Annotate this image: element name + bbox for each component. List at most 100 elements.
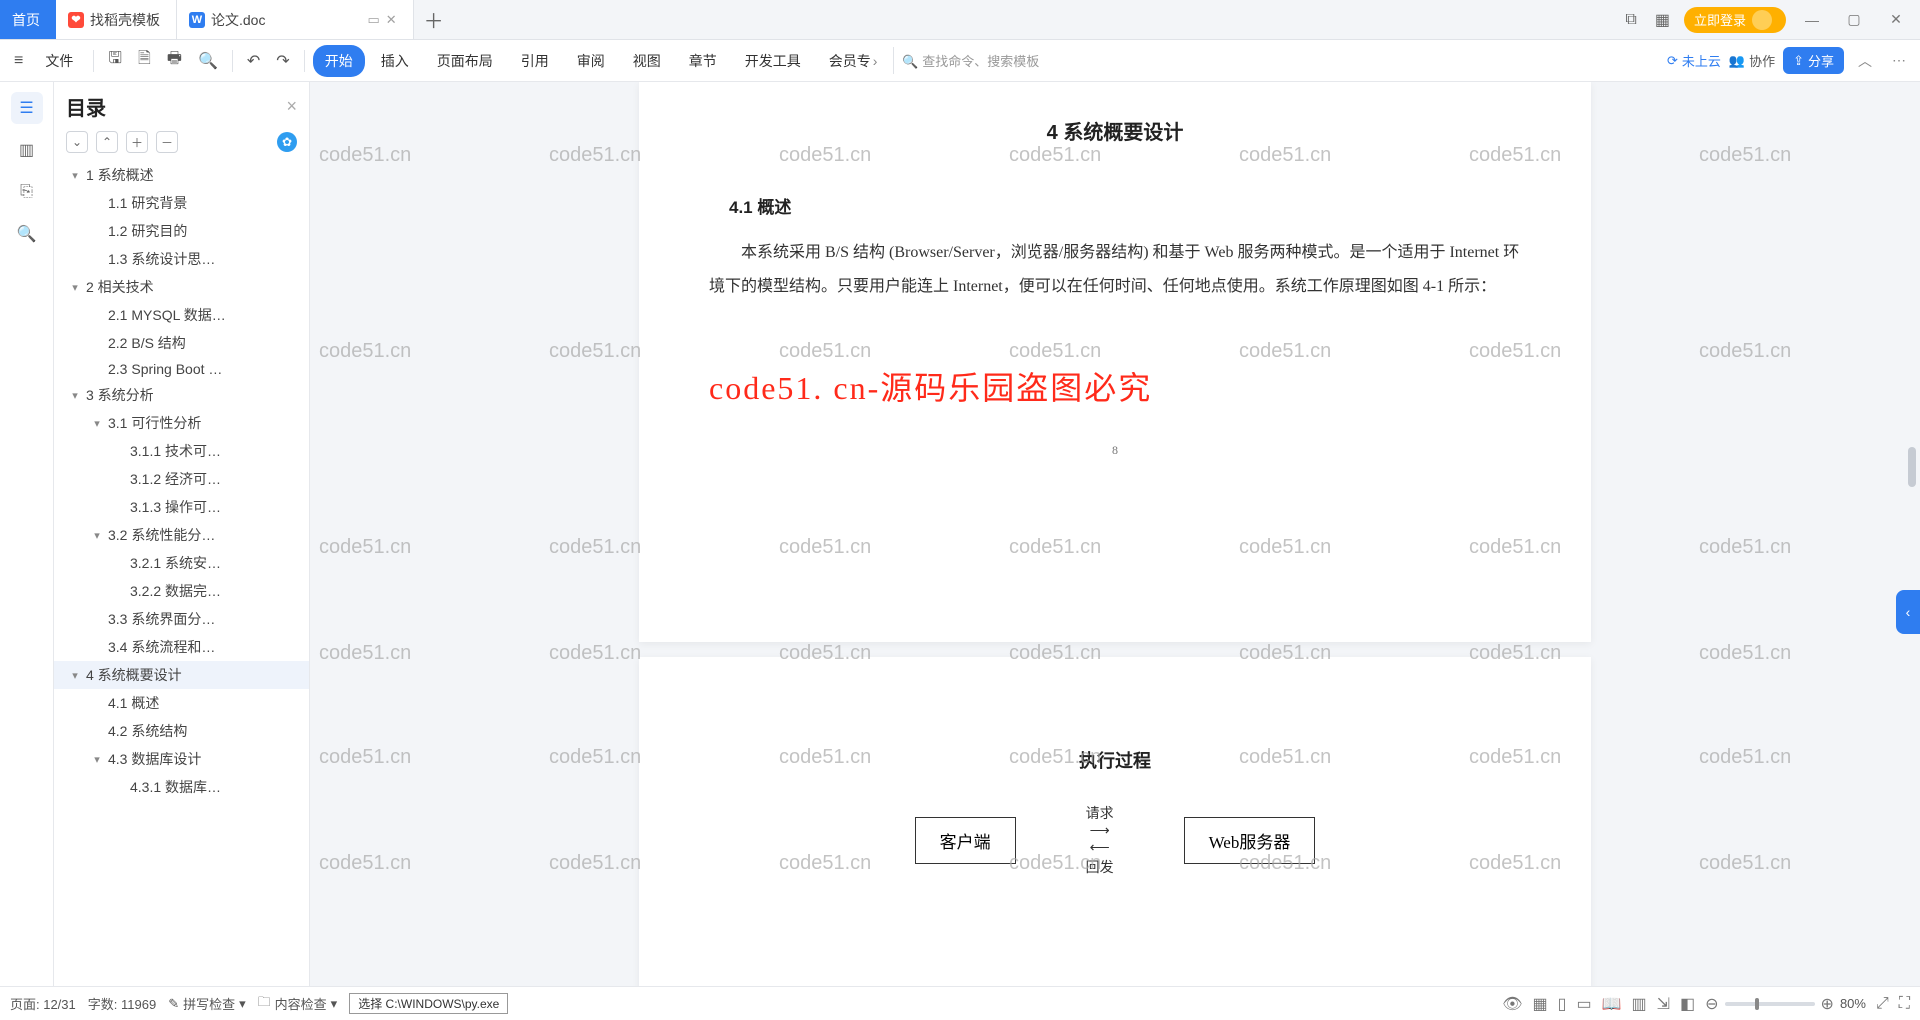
scrollbar-thumb[interactable] xyxy=(1908,447,1916,487)
collab-button[interactable]: 👥 协作 xyxy=(1729,51,1775,70)
maximize-button[interactable]: ▢ xyxy=(1838,11,1870,28)
grid-icon[interactable]: ▦ xyxy=(1533,994,1548,1014)
ribbon-tab-insert[interactable]: 插入 xyxy=(369,45,421,77)
ribbon-tab-review[interactable]: 审阅 xyxy=(565,45,617,77)
ribbon-tab-dev[interactable]: 开发工具 xyxy=(733,45,813,77)
rail-slide-icon[interactable]: ▥ xyxy=(11,134,43,166)
save-icon[interactable]: 🖫 xyxy=(102,43,128,78)
minimize-button[interactable]: — xyxy=(1796,12,1828,28)
print-preview-icon[interactable]: 🔍 xyxy=(192,47,224,75)
cloud-unsynced[interactable]: ⟳ 未上云 xyxy=(1667,51,1721,70)
command-search[interactable]: 🔍 查找命令、搜索模板 xyxy=(893,47,1047,74)
tab-home[interactable]: 首页 xyxy=(0,0,56,39)
outline-item[interactable]: 2.3 Spring Boot … xyxy=(54,357,309,381)
outline-item[interactable]: 1.2 研究目的 xyxy=(54,217,309,245)
outline-view-icon[interactable]: ⇲ xyxy=(1657,994,1670,1014)
ribbon-tab-layout[interactable]: 页面布局 xyxy=(425,45,505,77)
outline-item[interactable]: ▾3.1 可行性分析 xyxy=(54,409,309,437)
zoom-percent[interactable]: 80% xyxy=(1840,996,1866,1011)
outline-item[interactable]: 3.1.2 经济可… xyxy=(54,465,309,493)
outline-item[interactable]: 4.1 概述 xyxy=(54,689,309,717)
side-drawer-toggle[interactable]: ‹ xyxy=(1896,590,1920,634)
collapse-all-icon[interactable]: ⌄ xyxy=(66,131,88,153)
outline-item[interactable]: ▾3.2 系统性能分… xyxy=(54,521,309,549)
redo-icon[interactable]: ↷ xyxy=(270,47,295,75)
vertical-scrollbar[interactable] xyxy=(1906,82,1918,986)
outline-item[interactable]: ▾3 系统分析 xyxy=(54,381,309,409)
undo-icon[interactable]: ↶ xyxy=(241,47,266,75)
outline-item[interactable]: 1.3 系统设计思… xyxy=(54,245,309,273)
file-menu[interactable]: 文件 xyxy=(33,45,85,77)
ribbon-collapse-icon[interactable]: ︿ xyxy=(1852,47,1878,75)
outline-item[interactable]: 4.3.1 数据库… xyxy=(54,773,309,801)
zoom-out-icon[interactable]: ⊖ xyxy=(1705,994,1718,1014)
fit-page-icon[interactable]: ⤢ xyxy=(1876,995,1889,1013)
zoom-in-icon[interactable]: ⊕ xyxy=(1821,994,1834,1014)
twisty-icon[interactable]: ▾ xyxy=(90,753,104,766)
view-mode-1-icon[interactable]: ▯ xyxy=(1558,994,1567,1014)
zoom-slider[interactable] xyxy=(1725,1002,1815,1006)
ribbon-tab-view[interactable]: 视图 xyxy=(621,45,673,77)
outline-item[interactable]: 2.2 B/S 结构 xyxy=(54,329,309,357)
layout-icon[interactable]: ⧉ xyxy=(1621,7,1640,33)
close-window-button[interactable]: ✕ xyxy=(1880,11,1912,28)
print-icon[interactable]: 🖶 xyxy=(161,43,188,78)
twisty-icon[interactable]: ▾ xyxy=(68,169,82,182)
outline-item[interactable]: 3.4 系统流程和… xyxy=(54,633,309,661)
zoom-slider-thumb[interactable] xyxy=(1755,998,1759,1010)
save-as-icon[interactable]: 🗎 xyxy=(132,43,157,78)
menu-icon[interactable]: ≡ xyxy=(8,48,29,74)
login-button[interactable]: 立即登录 xyxy=(1684,7,1786,33)
outline-item[interactable]: ▾2 相关技术 xyxy=(54,273,309,301)
split-window-icon[interactable]: ▭ xyxy=(367,12,379,28)
ribbon-tab-member[interactable]: 会员专 xyxy=(817,45,890,77)
ribbon-tab-reference[interactable]: 引用 xyxy=(509,45,561,77)
eye-icon[interactable]: 👁 xyxy=(1502,994,1522,1014)
spell-check[interactable]: ✎ 拼写检查 ▾ xyxy=(168,994,245,1013)
close-tab-icon[interactable]: ✕ xyxy=(386,12,397,28)
new-tab-button[interactable]: ＋ xyxy=(414,0,454,39)
outline-item[interactable]: 1.1 研究背景 xyxy=(54,189,309,217)
web-layout-icon[interactable]: ▥ xyxy=(1631,994,1646,1014)
outline-list[interactable]: ▾1 系统概述1.1 研究背景1.2 研究目的1.3 系统设计思…▾2 相关技术… xyxy=(54,161,309,986)
remove-icon[interactable]: － xyxy=(156,131,178,153)
twisty-icon[interactable]: ▾ xyxy=(68,281,82,294)
outline-item[interactable]: 3.2.2 数据完… xyxy=(54,577,309,605)
twisty-icon[interactable]: ▾ xyxy=(68,669,82,682)
outline-item[interactable]: 3.2.1 系统安… xyxy=(54,549,309,577)
content-check[interactable]: 🗀 内容检查 ▾ xyxy=(258,993,338,1015)
expand-all-icon[interactable]: ⌃ xyxy=(96,131,118,153)
twisty-icon[interactable]: ▾ xyxy=(90,417,104,430)
ribbon-tab-start[interactable]: 开始 xyxy=(313,45,365,77)
outline-item[interactable]: 2.1 MYSQL 数据… xyxy=(54,301,309,329)
zoom-control[interactable]: ⊖ ⊕ 80% xyxy=(1705,994,1866,1014)
nav-icon[interactable]: ◧ xyxy=(1680,994,1695,1014)
close-outline-icon[interactable]: × xyxy=(286,96,297,117)
tab-template-store[interactable]: ❤ 找稻壳模板 xyxy=(56,0,177,39)
tab-document-active[interactable]: W 论文.doc ▭ ✕ xyxy=(177,0,414,39)
rail-bookmark-icon[interactable]: ⎘ xyxy=(11,176,43,208)
rail-outline-icon[interactable]: ☰ xyxy=(11,92,43,124)
outline-item[interactable]: 3.1.3 操作可… xyxy=(54,493,309,521)
read-mode-icon[interactable]: 📖 xyxy=(1602,994,1622,1014)
twisty-icon[interactable]: ▾ xyxy=(90,529,104,542)
ribbon-tab-chapter[interactable]: 章节 xyxy=(677,45,729,77)
outline-item[interactable]: ▾1 系统概述 xyxy=(54,161,309,189)
outline-item[interactable]: 3.3 系统界面分… xyxy=(54,605,309,633)
twisty-icon[interactable]: ▾ xyxy=(68,389,82,402)
page-canvas[interactable]: ▤▸ ≡ 4 系统概要设计 4.1 概述 本系统采用 B/S 结构 (Brows… xyxy=(310,82,1920,986)
outline-item[interactable]: ▾4.3 数据库设计 xyxy=(54,745,309,773)
outline-item[interactable]: 4.2 系统结构 xyxy=(54,717,309,745)
fullscreen-icon[interactable]: ⛶ xyxy=(1899,995,1910,1013)
rail-search-icon[interactable]: 🔍 xyxy=(11,218,43,250)
share-button[interactable]: ⇪ 分享 xyxy=(1783,47,1844,74)
view-mode-2-icon[interactable]: ▭ xyxy=(1576,994,1591,1014)
add-icon[interactable]: ＋ xyxy=(126,131,148,153)
ribbon-more-icon[interactable]: ⋯ xyxy=(1886,48,1912,73)
outline-item[interactable]: 3.1.1 技术可… xyxy=(54,437,309,465)
word-count[interactable]: 字数: 11969 xyxy=(88,994,156,1013)
apps-icon[interactable]: ▦ xyxy=(1651,6,1674,34)
page-indicator[interactable]: 页面: 12/31 xyxy=(10,994,76,1013)
outline-sync-icon[interactable]: ✿ xyxy=(277,132,297,152)
outline-item[interactable]: ▾4 系统概要设计 xyxy=(54,661,309,689)
